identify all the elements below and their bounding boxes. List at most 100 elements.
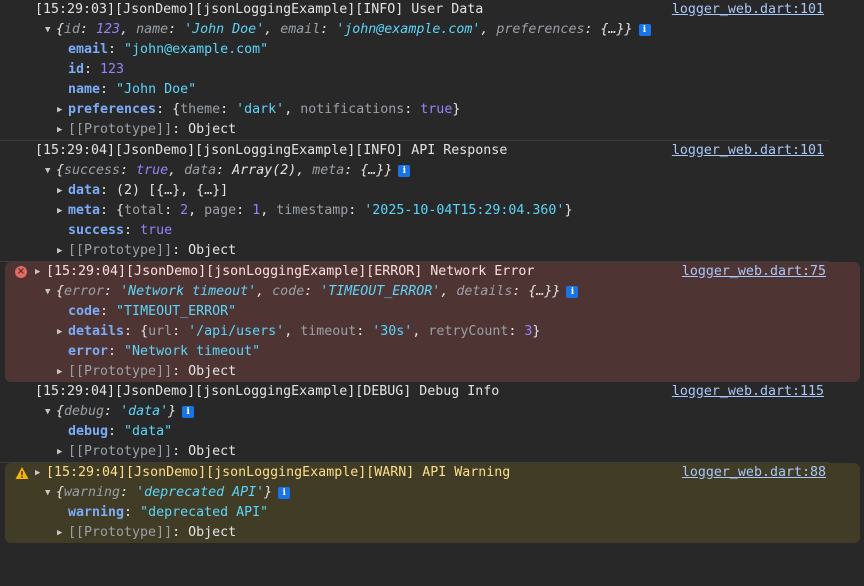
summary-key: debug bbox=[64, 404, 105, 419]
info-icon[interactable]: i bbox=[398, 165, 411, 177]
triangle-right-icon[interactable]: ▶ bbox=[57, 322, 68, 342]
summary-key: code bbox=[272, 284, 305, 299]
property-key: warning bbox=[68, 505, 125, 520]
preview-value: 1 bbox=[252, 203, 261, 218]
summary-key: preferences bbox=[496, 22, 585, 37]
prototype-key: [[Prototype]] bbox=[68, 122, 173, 137]
brace-close: } bbox=[564, 203, 573, 218]
prototype-key: [[Prototype]] bbox=[68, 444, 173, 459]
colon: : bbox=[584, 22, 601, 37]
property-row[interactable]: ▶ preferences: {theme: 'dark', notificati… bbox=[0, 100, 829, 120]
triangle-right-icon[interactable]: ▶ bbox=[57, 523, 68, 543]
info-icon[interactable]: i bbox=[638, 24, 651, 36]
summary-value: {…} bbox=[528, 284, 553, 299]
object-summary[interactable]: ▼ {id: 123, name: 'John Doe', email: 'joh… bbox=[0, 20, 829, 40]
property-preview: (2) [{…}, {…}] bbox=[116, 183, 229, 198]
summary-value: 'deprecated API' bbox=[136, 485, 265, 500]
colon: : bbox=[356, 324, 373, 339]
info-icon[interactable]: i bbox=[566, 286, 579, 298]
prototype-row[interactable]: ▶ [[Prototype]]: Object bbox=[5, 523, 860, 543]
property-value: true bbox=[140, 223, 173, 238]
property-row[interactable]: ▶ meta: {total: 2, page: 1, timestamp: '2… bbox=[0, 201, 829, 221]
summary-key: id bbox=[64, 22, 81, 37]
triangle-right-icon[interactable]: ▶ bbox=[57, 362, 68, 382]
property-key: email bbox=[68, 42, 109, 57]
brace-open: { bbox=[56, 485, 65, 500]
source-link[interactable]: logger_web.dart:101 bbox=[672, 0, 824, 20]
log-header[interactable]: [15:29:03][JsonDemo][jsonLoggingExample]… bbox=[0, 0, 829, 20]
colon: : bbox=[100, 304, 117, 319]
property-row: email: "john@example.com" bbox=[0, 40, 829, 60]
separator: , bbox=[256, 284, 273, 299]
triangle-right-icon[interactable]: ▶ bbox=[57, 241, 68, 261]
object-summary[interactable]: ▼ {error: 'Network timeout', code: 'TIMEO… bbox=[5, 282, 860, 302]
property-key: success bbox=[68, 223, 125, 238]
prototype-type: : Object bbox=[172, 525, 237, 540]
triangle-right-icon[interactable]: ▶ bbox=[57, 100, 68, 120]
prototype-row[interactable]: ▶ [[Prototype]]: Object bbox=[0, 120, 829, 140]
log-header[interactable]: [15:29:04][JsonDemo][jsonLoggingExample]… bbox=[0, 141, 829, 161]
object-summary[interactable]: ▼ {debug: 'data'} i bbox=[0, 402, 829, 422]
triangle-right-icon[interactable]: ▶ bbox=[57, 181, 68, 201]
preview-key: timeout bbox=[300, 324, 357, 339]
triangle-down-icon[interactable]: ▼ bbox=[45, 161, 56, 181]
colon: : bbox=[124, 223, 141, 238]
triangle-down-icon[interactable]: ▼ bbox=[45, 282, 56, 302]
source-link[interactable]: logger_web.dart:115 bbox=[672, 382, 824, 402]
colon: : bbox=[80, 22, 97, 37]
preview-key: total bbox=[124, 203, 165, 218]
summary-key: name bbox=[136, 22, 169, 37]
separator: , bbox=[284, 324, 301, 339]
summary-value: {…} bbox=[600, 22, 625, 37]
source-link[interactable]: logger_web.dart:88 bbox=[682, 463, 826, 483]
summary-value: {…} bbox=[360, 163, 385, 178]
triangle-down-icon[interactable]: ▼ bbox=[45, 20, 56, 40]
log-header[interactable]: [15:29:04][JsonDemo][jsonLoggingExample]… bbox=[0, 382, 829, 402]
prototype-row[interactable]: ▶ [[Prototype]]: Object bbox=[0, 442, 829, 462]
summary-key: email bbox=[280, 22, 321, 37]
object-summary[interactable]: ▼ {success: true, data: Array(2), meta: {… bbox=[0, 161, 829, 181]
source-link[interactable]: logger_web.dart:75 bbox=[682, 262, 826, 282]
triangle-down-icon[interactable]: ▼ bbox=[45, 483, 56, 503]
prototype-label: [[Prototype]]: Object bbox=[68, 243, 236, 258]
source-link[interactable]: logger_web.dart:101 bbox=[672, 141, 824, 161]
property-value: 123 bbox=[100, 62, 125, 77]
summary-value: 'john@example.com' bbox=[336, 22, 481, 37]
info-icon[interactable]: i bbox=[182, 406, 195, 418]
info-icon[interactable]: i bbox=[278, 487, 291, 499]
separator: , bbox=[480, 22, 497, 37]
log-header[interactable]: ▶ [15:29:04][JsonDemo][jsonLoggingExample… bbox=[5, 463, 860, 483]
summary-value: Array(2) bbox=[232, 163, 297, 178]
summary-key: data bbox=[184, 163, 217, 178]
log-header[interactable]: ▶ [15:29:04][JsonDemo][jsonLoggingExample… bbox=[5, 262, 860, 282]
separator: , bbox=[440, 284, 457, 299]
property-row: warning: "deprecated API" bbox=[5, 503, 860, 523]
summary-value: 'Network timeout' bbox=[120, 284, 257, 299]
triangle-right-icon[interactable]: ▶ bbox=[35, 262, 46, 282]
triangle-right-icon[interactable]: ▶ bbox=[35, 463, 46, 483]
colon: : bbox=[108, 424, 125, 439]
property-row[interactable]: ▶ data: (2) [{…}, {…}] bbox=[0, 181, 829, 201]
prototype-row[interactable]: ▶ [[Prototype]]: Object bbox=[5, 362, 860, 382]
colon: : bbox=[100, 82, 117, 97]
brace-close: } bbox=[264, 485, 273, 500]
summary-value: true bbox=[136, 163, 169, 178]
brace-open: { bbox=[56, 284, 65, 299]
prototype-row[interactable]: ▶ [[Prototype]]: Object bbox=[0, 241, 829, 261]
object-summary[interactable]: ▼ {warning: 'deprecated API'} i bbox=[5, 483, 860, 503]
colon: : bbox=[84, 62, 101, 77]
property-key: meta bbox=[68, 203, 101, 218]
preview-key: notifications bbox=[300, 102, 405, 117]
summary-key: error bbox=[64, 284, 105, 299]
log-message: [15:29:04][JsonDemo][jsonLoggingExample]… bbox=[46, 465, 511, 480]
separator: , bbox=[188, 203, 205, 218]
separator: , bbox=[284, 102, 301, 117]
prototype-label: [[Prototype]]: Object bbox=[68, 364, 236, 379]
triangle-right-icon[interactable]: ▶ bbox=[57, 442, 68, 462]
triangle-down-icon[interactable]: ▼ bbox=[45, 402, 56, 422]
property-row[interactable]: ▶ details: {url: '/api/users', timeout: '… bbox=[5, 322, 860, 342]
triangle-right-icon[interactable]: ▶ bbox=[57, 201, 68, 221]
prototype-key: [[Prototype]] bbox=[68, 364, 173, 379]
property-key: preferences bbox=[68, 102, 157, 117]
triangle-right-icon[interactable]: ▶ bbox=[57, 120, 68, 140]
